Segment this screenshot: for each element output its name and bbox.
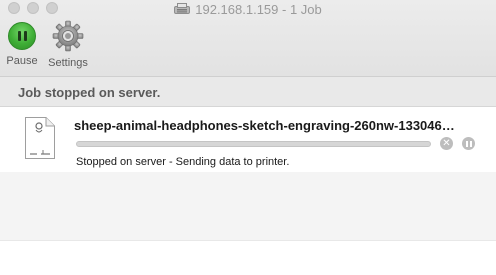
delete-job-button[interactable]: ✕ (440, 137, 453, 150)
printer-icon (174, 3, 191, 15)
queue-status-bar: Job stopped on server. (0, 77, 496, 107)
window-title-text: 192.168.1.159 - 1 Job (195, 1, 322, 17)
queue-status-message: Job stopped on server. (18, 85, 161, 100)
pause-circle-icon (465, 140, 468, 147)
job-name: sheep-animal-headphones-sketch-engraving… (74, 118, 455, 133)
titlebar: 192.168.1.159 - 1 Job Pause Settings (0, 0, 496, 77)
job-list-empty-area (0, 172, 496, 240)
printer-queue-window: 192.168.1.159 - 1 Job Pause Settings Job… (0, 0, 496, 275)
pause-label: Pause (6, 55, 38, 67)
pause-icon (8, 22, 36, 50)
window-bottom (0, 240, 496, 275)
window-title: 192.168.1.159 - 1 Job (0, 0, 496, 18)
settings-label: Settings (48, 57, 88, 69)
print-job-row[interactable]: sheep-animal-headphones-sketch-engraving… (0, 108, 496, 172)
close-icon: ✕ (442, 137, 451, 149)
gear-icon (52, 20, 84, 52)
document-icon (24, 116, 56, 160)
settings-button[interactable]: Settings (44, 20, 92, 69)
hold-job-button[interactable] (462, 137, 475, 150)
pause-button[interactable]: Pause (5, 22, 39, 67)
job-progress-bar (76, 141, 431, 147)
job-status-text: Stopped on server - Sending data to prin… (76, 156, 290, 168)
